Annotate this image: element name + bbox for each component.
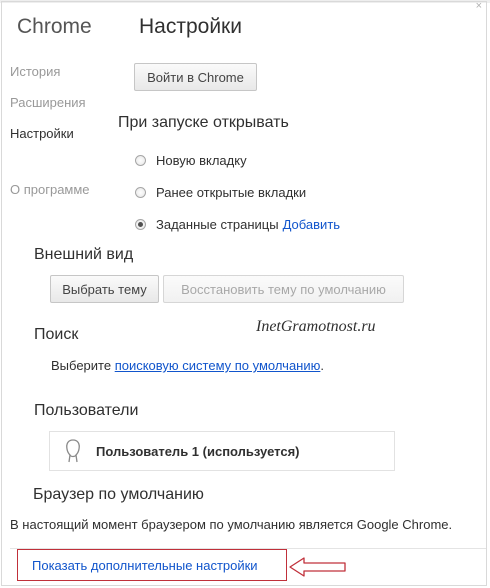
window-frame [1,1,487,586]
